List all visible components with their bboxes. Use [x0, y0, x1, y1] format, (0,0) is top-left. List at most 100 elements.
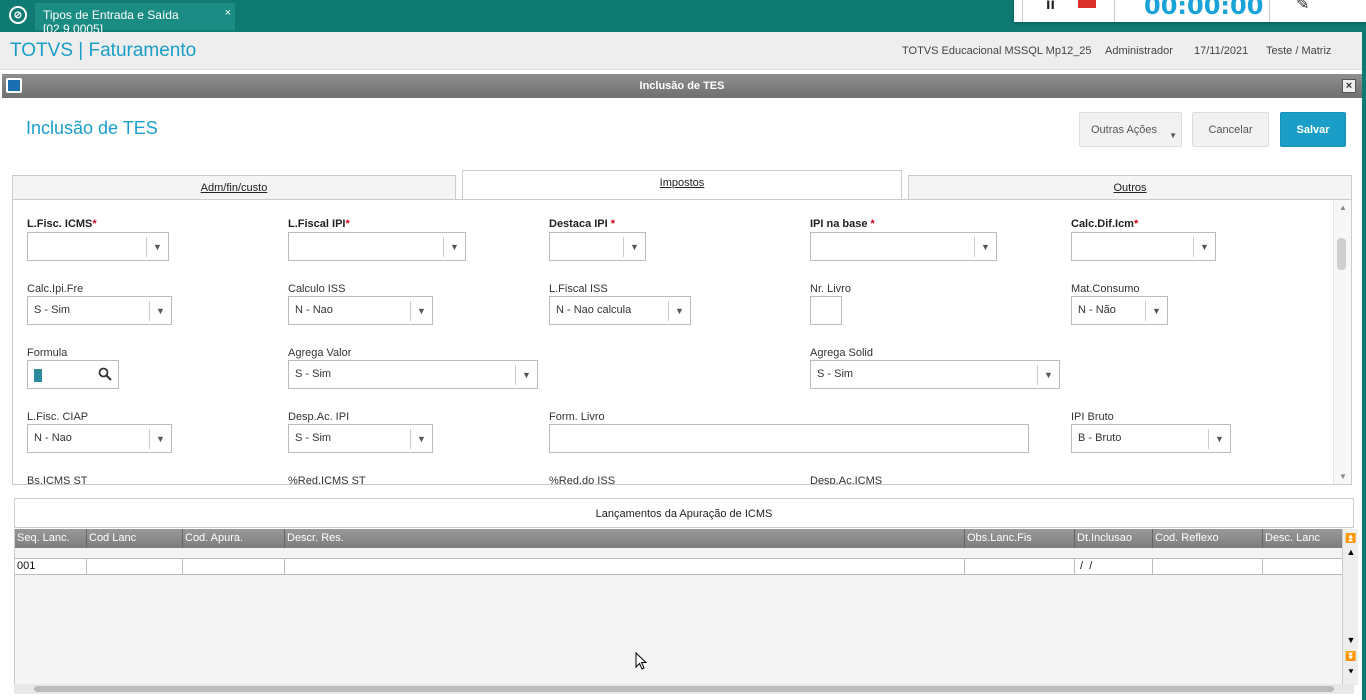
- agrega-valor-select[interactable]: S - Sim ▼: [288, 360, 538, 389]
- tab-adm-fin-custo[interactable]: Adm/fin/custo: [12, 175, 456, 200]
- chevron-down-icon: ▼: [974, 237, 996, 257]
- table-cell[interactable]: / /: [1075, 558, 1153, 575]
- field-label: Form. Livro: [549, 411, 605, 423]
- column-header[interactable]: Obs.Lanc.Fis: [965, 529, 1075, 548]
- search-icon[interactable]: [98, 367, 112, 381]
- divider: [1114, 0, 1115, 22]
- lfiscal-iss-select[interactable]: N - Nao calcula ▼: [549, 296, 691, 325]
- chevron-down-icon: ▼: [410, 301, 432, 321]
- field-label: %Red.do ISS: [549, 475, 616, 485]
- column-header[interactable]: Cod. Reflexo: [1153, 529, 1263, 548]
- table-cell[interactable]: [285, 558, 965, 575]
- field-label: Formula: [27, 347, 68, 359]
- calc-ipi-fre-select[interactable]: S - Sim ▼: [27, 296, 172, 325]
- scroll-up-icon[interactable]: ▲: [1339, 203, 1347, 212]
- other-actions-button[interactable]: Outras Ações ▼: [1079, 112, 1182, 147]
- ipi-bruto-select[interactable]: B - Bruto ▼: [1071, 424, 1231, 453]
- grid-title: Lançamentos da Apuração de ICMS: [14, 498, 1354, 528]
- mat-consumo-select[interactable]: N - Não ▼: [1071, 296, 1168, 325]
- tab-label: Outros: [1113, 182, 1147, 194]
- column-header[interactable]: Descr. Res.: [285, 529, 965, 548]
- divider: [1269, 0, 1270, 22]
- lfisc-ciap-select[interactable]: N - Nao ▼: [27, 424, 172, 453]
- table-cell[interactable]: 001: [15, 558, 87, 575]
- field-label: Calculo ISS: [288, 283, 346, 295]
- ipi-na-base-select[interactable]: ▼: [810, 232, 997, 261]
- other-actions-label: Outras Ações: [1091, 124, 1158, 136]
- chevron-down-icon: ▼: [1169, 131, 1177, 140]
- scrollbar-thumb[interactable]: [34, 686, 1334, 692]
- close-tab-icon[interactable]: ×: [225, 7, 231, 19]
- pen-icon[interactable]: ✎: [1296, 0, 1309, 14]
- chevron-down-icon: ▼: [1145, 301, 1167, 321]
- grid-horizontal-scrollbar[interactable]: [14, 684, 1354, 694]
- chevron-down-icon: ▼: [515, 365, 537, 385]
- form-scrollbar[interactable]: ▲ ▼: [1333, 200, 1351, 484]
- field-label: Agrega Solid: [810, 347, 873, 359]
- close-icon[interactable]: ×: [1342, 79, 1356, 93]
- tab-impostos[interactable]: Impostos: [462, 170, 902, 200]
- formula-input[interactable]: [27, 360, 119, 389]
- column-header[interactable]: Cod. Apura.: [183, 529, 285, 548]
- nr-livro-input[interactable]: [810, 296, 842, 325]
- scroll-down-icon[interactable]: ⯆: [1345, 667, 1357, 677]
- table-cell[interactable]: [1263, 558, 1343, 575]
- field-label: L.Fiscal ISS: [549, 283, 608, 295]
- calc-dif-icm-select[interactable]: ▼: [1071, 232, 1216, 261]
- divider: [1022, 0, 1023, 22]
- scroll-down-icon[interactable]: ▼: [1339, 472, 1347, 481]
- mouse-cursor-icon: [635, 652, 648, 670]
- totvs-logo-icon[interactable]: ⊘: [9, 6, 27, 24]
- tab-outros[interactable]: Outros: [908, 175, 1352, 200]
- chevron-down-icon: ▼: [146, 237, 168, 257]
- branch-label: Teste / Matriz: [1266, 45, 1332, 57]
- field-label: L.Fiscal IPI*: [288, 218, 350, 230]
- scrollbar-thumb[interactable]: [1337, 238, 1346, 270]
- desp-ac-ipi-select[interactable]: S - Sim ▼: [288, 424, 433, 453]
- calculo-iss-select[interactable]: N - Nao ▼: [288, 296, 433, 325]
- pause-icon[interactable]: ıı: [1046, 0, 1055, 14]
- cancel-button[interactable]: Cancelar: [1192, 112, 1269, 147]
- last-record-icon[interactable]: ⏬: [1345, 651, 1357, 661]
- destaca-ipi-select[interactable]: ▼: [549, 232, 646, 261]
- field-label: L.Fisc. ICMS*: [27, 218, 97, 230]
- icms-grid[interactable]: Seq. Lanc. Cod Lanc Cod. Apura. Descr. R…: [14, 529, 1343, 685]
- agrega-solid-select[interactable]: S - Sim ▼: [810, 360, 1060, 389]
- grid-nav-buttons: ⏫ ▲ ▼ ⏬ ⯆: [1342, 529, 1358, 685]
- page-title: Inclusão de TES: [26, 118, 158, 138]
- first-record-icon[interactable]: ⏫: [1345, 533, 1357, 543]
- table-cell[interactable]: [87, 558, 183, 575]
- next-record-icon[interactable]: ▼: [1345, 635, 1357, 645]
- table-cell[interactable]: [1153, 558, 1263, 575]
- save-button[interactable]: Salvar: [1280, 112, 1346, 147]
- field-label: IPI na base *: [810, 218, 875, 230]
- lfiscal-ipi-select[interactable]: ▼: [288, 232, 466, 261]
- field-label: Agrega Valor: [288, 347, 352, 359]
- date-label: 17/11/2021: [1194, 45, 1249, 57]
- app-tab[interactable]: Tipos de Entrada e Saída [02.9.0005] ×: [35, 3, 235, 36]
- chevron-down-icon: ▼: [1193, 237, 1215, 257]
- field-label: L.Fisc. CIAP: [27, 411, 89, 423]
- column-header[interactable]: Cod Lanc: [87, 529, 183, 548]
- lfisc-icms-select[interactable]: ▼: [27, 232, 169, 261]
- field-label: Calc.Ipi.Fre: [27, 283, 84, 295]
- chevron-down-icon: ▼: [149, 301, 171, 321]
- stop-icon[interactable]: [1078, 0, 1096, 8]
- chevron-down-icon: ▼: [1037, 365, 1059, 385]
- brand-title: TOTVS | Faturamento: [10, 40, 197, 61]
- table-cell[interactable]: [183, 558, 285, 575]
- previous-record-icon[interactable]: ▲: [1345, 547, 1357, 557]
- column-header[interactable]: Seq. Lanc.: [15, 529, 87, 548]
- field-label: Destaca IPI *: [549, 218, 616, 230]
- field-label: Nr. Livro: [810, 283, 851, 295]
- form-livro-input[interactable]: [549, 424, 1029, 453]
- field-label: Calc.Dif.Icm*: [1071, 218, 1139, 230]
- recording-timer-panel: ıı 00:00:00 ✎: [1014, 0, 1366, 22]
- table-cell[interactable]: [965, 558, 1075, 575]
- column-header[interactable]: Dt.Inclusao: [1075, 529, 1153, 548]
- chevron-down-icon: ▼: [149, 429, 171, 449]
- chevron-down-icon: ▼: [443, 237, 465, 257]
- column-header[interactable]: Desc. Lanc: [1263, 529, 1343, 548]
- tab-label: Adm/fin/custo: [200, 182, 268, 194]
- tab-label: Impostos: [659, 177, 705, 189]
